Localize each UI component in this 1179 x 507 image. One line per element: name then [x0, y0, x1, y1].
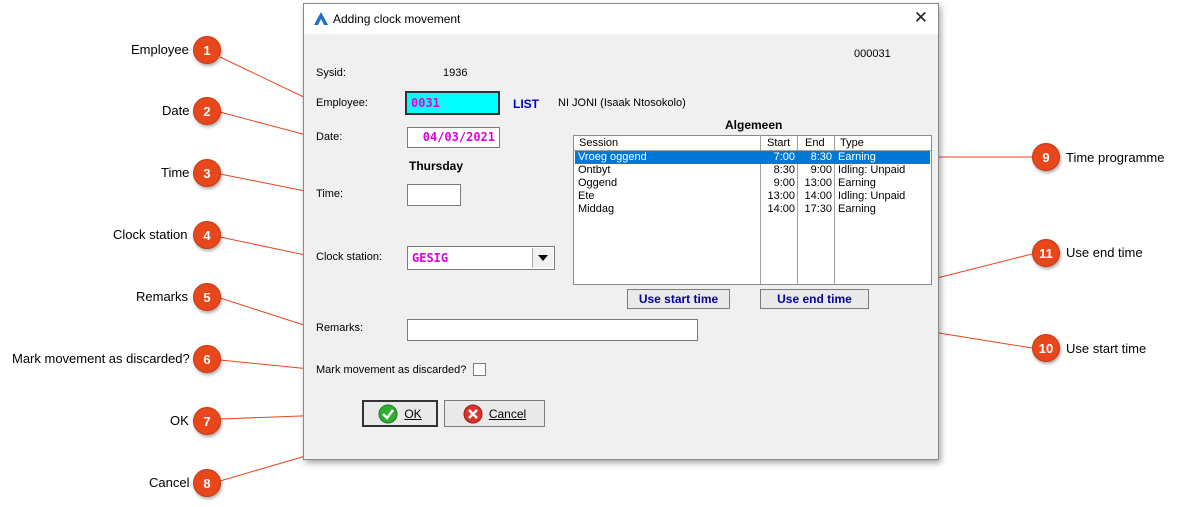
callout-line-2 [219, 111, 311, 137]
cancel-button[interactable]: Cancel [444, 400, 545, 427]
cancel-label: Cancel [488, 406, 527, 421]
callout-badge-5: 5 [193, 283, 221, 311]
table-cell-session[interactable]: Ontbyt [578, 164, 610, 176]
table-cell-start: 9:00 [773, 177, 795, 189]
ok-label: OK [404, 406, 422, 421]
grid-header-session[interactable]: Session [579, 137, 618, 149]
grid-header-end[interactable]: End [805, 137, 825, 149]
dropdown-arrow-icon[interactable] [532, 248, 553, 268]
callout-badge-11: 11 [1032, 239, 1060, 267]
ok-button[interactable]: OK [362, 400, 438, 427]
table-cell-end: 14:00 [804, 190, 832, 202]
table-cell-start: 7:00 [773, 151, 795, 163]
table-cell-type: Earning [838, 177, 876, 189]
dialog-title: Adding clock movement [333, 12, 461, 26]
time-programme-grid[interactable]: Session Start End Type Vroeg oggend 7:00… [573, 135, 932, 285]
discard-label: Mark movement as discarded? [316, 364, 467, 376]
callout-label-use-end: Use end time [1066, 245, 1143, 260]
time-label: Time: [316, 188, 344, 200]
table-cell-end: 9:00 [810, 164, 832, 176]
callout-label-date: Date [162, 103, 190, 118]
time-field[interactable] [407, 184, 461, 206]
table-cell-end: 8:30 [810, 151, 832, 163]
callout-line-1 [219, 56, 311, 101]
check-icon [378, 404, 398, 423]
callout-line-6 [219, 359, 311, 370]
callout-label-time: Time [161, 165, 190, 180]
callout-line-4 [219, 236, 311, 257]
clock-station-label: Clock station: [316, 251, 383, 263]
use-start-time-button[interactable]: Use start time [627, 289, 730, 309]
use-end-time-button[interactable]: Use end time [760, 289, 869, 309]
table-cell-start: 14:00 [767, 203, 795, 215]
callout-badge-6: 6 [193, 345, 221, 373]
callout-label-cancel: Cancel [149, 475, 190, 490]
callout-line-5 [219, 297, 311, 328]
adding-clock-movement-dialog: Adding clock movement ✕ 000031 Sysid: 19… [303, 3, 939, 460]
table-cell-end: 17:30 [804, 203, 832, 215]
employee-field[interactable]: 0031 [405, 91, 500, 115]
app-logo-icon [314, 12, 328, 25]
callout-badge-10: 10 [1032, 334, 1060, 362]
callout-label-remarks: Remarks [136, 289, 189, 304]
grid-header-type[interactable]: Type [840, 137, 864, 149]
remarks-field[interactable] [407, 319, 698, 341]
table-cell-session[interactable]: Oggend [578, 177, 617, 189]
clock-station-select[interactable]: GESIG [407, 246, 555, 270]
callout-badge-9: 9 [1032, 143, 1060, 171]
programme-title: Algemeen [725, 118, 783, 132]
callout-badge-2: 2 [193, 97, 221, 125]
table-cell-type: Earning [838, 203, 876, 215]
sysid-label: Sysid: [316, 67, 346, 79]
grid-header-start[interactable]: Start [767, 137, 790, 149]
employee-label: Employee: [316, 97, 368, 109]
callout-badge-7: 7 [193, 407, 221, 435]
callout-label-employee: Employee [131, 42, 189, 57]
clock-station-value: GESIG [412, 251, 449, 265]
callout-label-discard: Mark movement as discarded? [12, 351, 190, 366]
table-cell-start: 13:00 [767, 190, 795, 202]
date-label: Date: [316, 131, 343, 143]
remarks-label: Remarks: [316, 322, 364, 334]
sysid-value: 1936 [443, 67, 468, 79]
employee-name: NI JONI (Isaak Ntosokolo) [558, 97, 686, 109]
grid-header [574, 136, 931, 151]
table-cell-start: 8:30 [773, 164, 795, 176]
table-cell-type: Earning [838, 151, 876, 163]
callout-label-clock-station: Clock station [113, 227, 188, 242]
callout-badge-3: 3 [193, 159, 221, 187]
table-cell-session[interactable]: Middag [578, 203, 614, 215]
record-id: 000031 [854, 48, 891, 60]
title-bar: Adding clock movement ✕ [304, 4, 938, 34]
table-cell-session[interactable]: Ete [578, 190, 595, 202]
table-cell-type: Idling: Unpaid [838, 164, 906, 176]
weekday-label: Thursday [409, 159, 464, 173]
callout-line-3 [219, 173, 311, 193]
callout-badge-8: 8 [193, 469, 221, 497]
callout-label-use-start: Use start time [1066, 341, 1147, 356]
table-cell-type: Idling: Unpaid [838, 190, 906, 202]
list-link[interactable]: LIST [513, 97, 539, 111]
callout-badge-4: 4 [193, 221, 221, 249]
date-field[interactable]: 04/03/2021 [407, 127, 500, 148]
callout-badge-1: 1 [193, 36, 221, 64]
close-icon[interactable]: ✕ [914, 8, 928, 28]
callout-label-ok: OK [170, 413, 189, 428]
callout-label-time-programme: Time programme [1066, 150, 1165, 165]
table-cell-session: Vroeg oggend [578, 151, 647, 163]
cancel-icon [463, 404, 483, 423]
table-cell-end: 13:00 [804, 177, 832, 189]
discard-checkbox[interactable] [473, 363, 486, 376]
